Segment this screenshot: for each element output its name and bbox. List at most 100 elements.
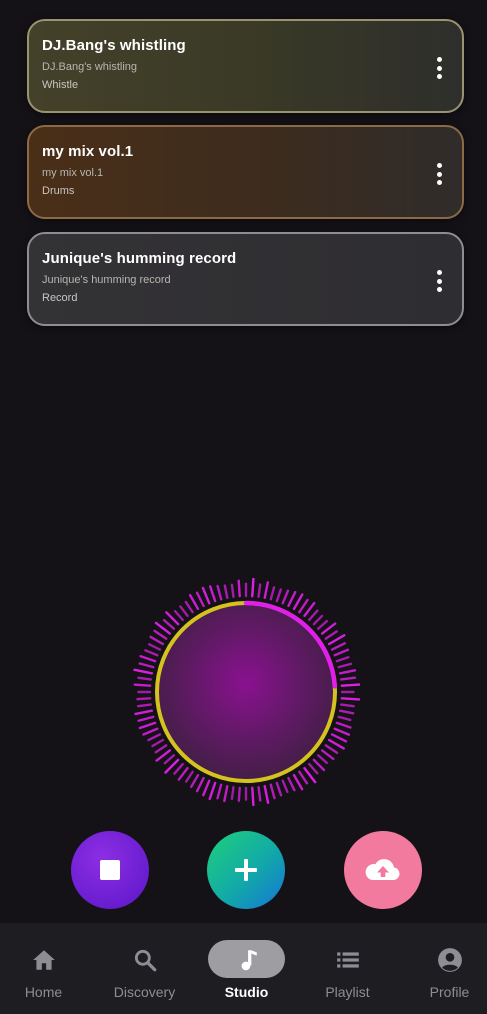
level-bar bbox=[153, 629, 168, 640]
level-bar bbox=[149, 635, 165, 646]
more-options-icon[interactable] bbox=[434, 57, 444, 79]
level-bar bbox=[237, 786, 241, 803]
level-bar bbox=[335, 656, 350, 663]
level-bar bbox=[287, 776, 296, 792]
nav-discovery[interactable]: Discovery bbox=[96, 923, 193, 1014]
level-bar bbox=[223, 784, 229, 803]
level-bar bbox=[195, 591, 205, 608]
level-bar bbox=[312, 614, 324, 626]
level-bar bbox=[338, 669, 357, 675]
level-bar bbox=[337, 662, 353, 669]
level-bar bbox=[269, 783, 276, 800]
level-bar bbox=[136, 703, 153, 708]
studio-screen: DJ.Bang's whistling DJ.Bang's whistling … bbox=[0, 0, 487, 1014]
level-bar bbox=[230, 583, 235, 599]
stop-button[interactable] bbox=[71, 831, 149, 909]
track-title: DJ.Bang's whistling bbox=[42, 37, 186, 54]
level-bar bbox=[195, 776, 205, 793]
level-bar bbox=[292, 773, 304, 791]
level-bar bbox=[275, 781, 283, 797]
stop-icon bbox=[100, 860, 120, 880]
level-bar bbox=[257, 583, 262, 599]
level-bar bbox=[138, 721, 157, 730]
level-bar bbox=[324, 744, 339, 754]
level-bar bbox=[312, 758, 326, 772]
level-bar bbox=[338, 709, 355, 715]
add-button[interactable] bbox=[207, 831, 285, 909]
level-bar bbox=[339, 703, 355, 708]
more-options-icon[interactable] bbox=[434, 163, 444, 185]
upload-button[interactable] bbox=[344, 831, 422, 909]
level-bar bbox=[151, 738, 165, 748]
level-bar bbox=[339, 676, 357, 681]
level-bar bbox=[216, 584, 223, 601]
level-bar bbox=[134, 709, 154, 716]
level-bar bbox=[237, 579, 241, 598]
level-bar bbox=[137, 676, 153, 681]
level-bar bbox=[308, 762, 319, 775]
level-bar bbox=[324, 630, 338, 640]
track-title: Junique's humming record bbox=[42, 250, 237, 267]
level-bar bbox=[138, 662, 155, 669]
level-bar bbox=[340, 697, 361, 701]
level-bar bbox=[136, 697, 152, 701]
level-bar bbox=[320, 749, 335, 761]
level-bar bbox=[298, 598, 309, 614]
level-bar bbox=[144, 649, 159, 657]
track-subtitle: DJ.Bang's whistling bbox=[42, 61, 138, 73]
level-bar bbox=[188, 593, 200, 611]
recording-visualizer[interactable] bbox=[132, 577, 361, 807]
level-bar bbox=[202, 779, 211, 797]
track-subtitle: Junique's humming record bbox=[42, 274, 171, 286]
level-bar bbox=[139, 655, 157, 663]
bottom-navigation: Home Discovery Studio Playlist Profile bbox=[0, 923, 487, 1014]
level-bar bbox=[216, 783, 223, 800]
level-bar bbox=[298, 770, 309, 785]
nav-home[interactable]: Home bbox=[0, 923, 92, 1014]
level-bar bbox=[333, 727, 351, 736]
level-bar bbox=[201, 586, 211, 605]
level-bar bbox=[179, 605, 189, 618]
nav-label: Profile bbox=[429, 984, 470, 1000]
level-bar bbox=[337, 715, 352, 722]
level-bar bbox=[257, 785, 262, 802]
level-bar bbox=[173, 609, 184, 622]
level-bar bbox=[208, 781, 217, 801]
nav-label: Discovery bbox=[113, 984, 176, 1000]
nav-studio[interactable]: Studio bbox=[198, 923, 295, 1014]
level-bar bbox=[263, 784, 270, 804]
level-bar bbox=[142, 727, 159, 736]
level-bar bbox=[223, 584, 229, 600]
level-bar bbox=[281, 779, 289, 794]
level-bar bbox=[333, 648, 350, 657]
level-bar bbox=[173, 762, 184, 775]
track-tag: Drums bbox=[42, 185, 75, 197]
track-card[interactable]: my mix vol.1 my mix vol.1 Drums bbox=[27, 125, 464, 219]
level-bar bbox=[281, 589, 290, 605]
track-title: my mix vol.1 bbox=[42, 143, 134, 160]
level-bar bbox=[330, 642, 346, 651]
level-bar bbox=[330, 733, 348, 743]
level-bar bbox=[163, 754, 176, 765]
level-bar bbox=[275, 588, 282, 603]
nav-profile[interactable]: Profile bbox=[401, 923, 487, 1014]
music-note-icon bbox=[241, 950, 257, 971]
level-bar bbox=[137, 715, 155, 722]
account-icon bbox=[437, 948, 462, 972]
track-tag: Whistle bbox=[42, 79, 79, 91]
plus-icon bbox=[235, 859, 257, 881]
track-tag: Record bbox=[42, 292, 78, 304]
nav-playlist[interactable]: Playlist bbox=[299, 923, 396, 1014]
nav-label: Studio bbox=[224, 984, 269, 1000]
level-bar bbox=[184, 770, 194, 783]
level-bar bbox=[251, 577, 255, 598]
track-card[interactable]: DJ.Bang's whistling DJ.Bang's whistling … bbox=[27, 19, 464, 113]
cloud-upload-icon bbox=[365, 859, 400, 880]
track-card[interactable]: Junique's humming record Junique's hummi… bbox=[27, 232, 464, 326]
level-bar bbox=[133, 668, 154, 675]
more-options-icon[interactable] bbox=[434, 270, 444, 292]
nav-label: Home bbox=[24, 984, 63, 1000]
level-bar bbox=[190, 773, 200, 789]
level-bar bbox=[303, 601, 316, 618]
level-bar bbox=[263, 581, 269, 600]
